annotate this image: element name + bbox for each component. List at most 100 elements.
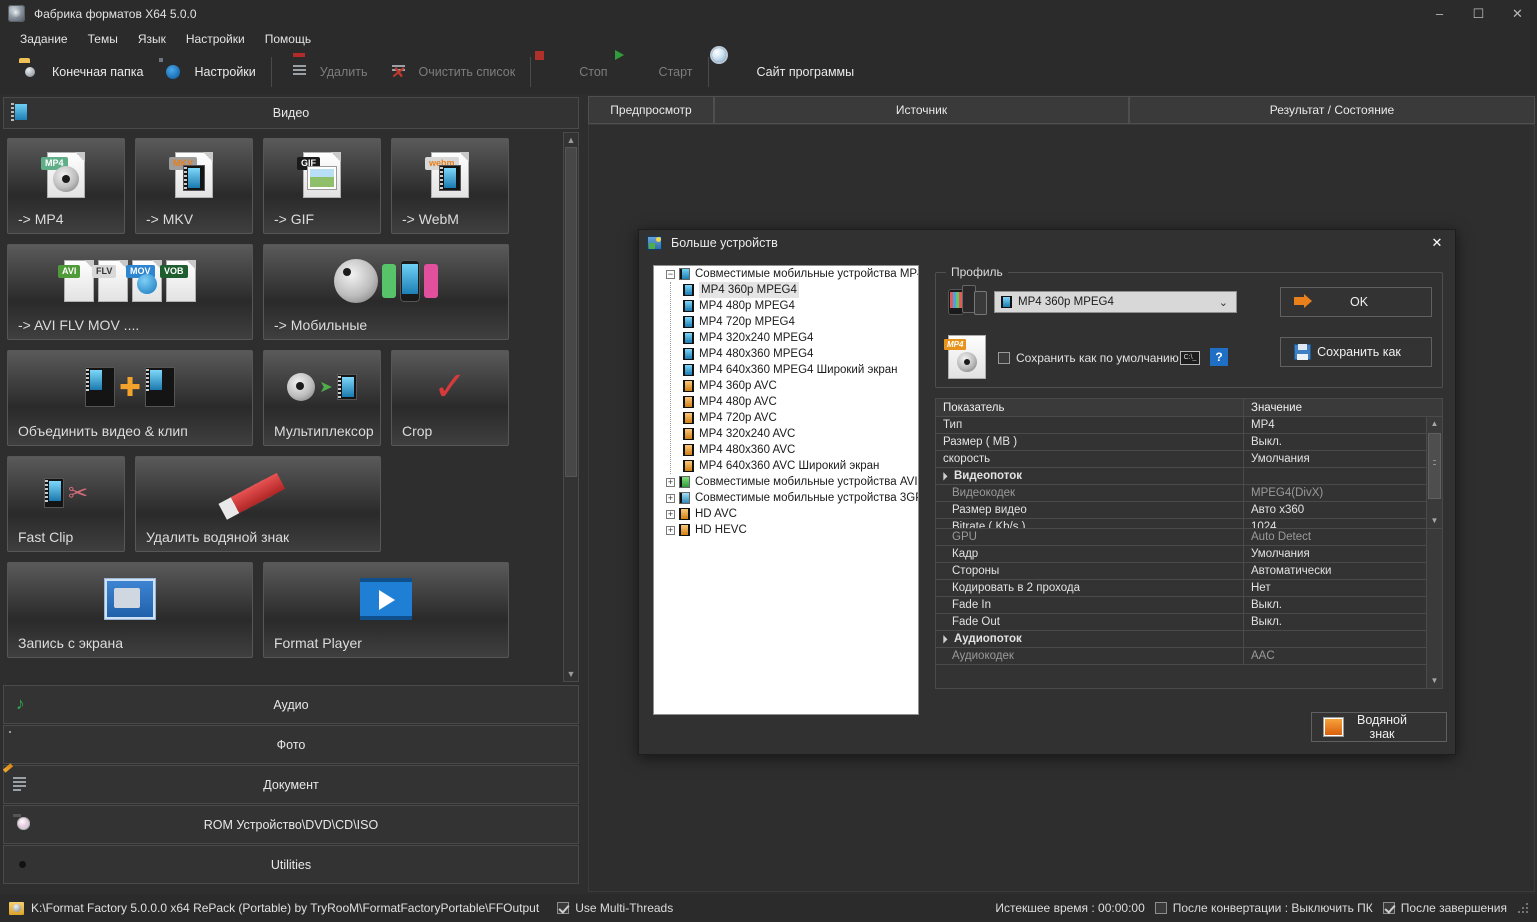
save-as-default-checkbox[interactable]: Сохранить как по умолчанию xyxy=(998,351,1179,365)
property-row[interactable]: Кодировать в 2 прохода Нет xyxy=(936,580,1442,597)
ok-button[interactable]: OK xyxy=(1280,287,1432,317)
tree-item-mp4-640x360-mpeg4-wide[interactable]: MP4 640x360 MPEG4 Широкий экран xyxy=(671,362,918,378)
tree-group-3gp[interactable]: + Совместимые мобильные устройства 3GP xyxy=(654,490,918,506)
output-path[interactable]: K:\Format Factory 5.0.0.0 x64 RePack (Po… xyxy=(31,901,539,915)
column-source[interactable]: Источник xyxy=(714,96,1129,124)
device-profile-tree[interactable]: − Совместимые мобильные устройства MP4 M… xyxy=(653,265,919,715)
settings-button[interactable]: Настройки xyxy=(152,53,264,91)
tree-item-mp4-360p-avc[interactable]: MP4 360p AVC xyxy=(671,378,918,394)
category-rom-device[interactable]: ROM Устройство\DVD\CD\ISO xyxy=(3,805,579,844)
tile-to-gif[interactable]: GIF -> GIF xyxy=(263,138,381,234)
tree-group-hd-hevc[interactable]: + HD HEVC xyxy=(654,522,918,538)
minimize-button[interactable]: – xyxy=(1420,0,1459,28)
after-finish-checkbox[interactable]: После завершения xyxy=(1382,901,1507,915)
tile-to-mp4[interactable]: MP4 -> MP4 xyxy=(7,138,125,234)
property-row[interactable]: Аудиокодек AAC xyxy=(936,648,1442,665)
column-preview[interactable]: Предпросмотр xyxy=(588,96,714,124)
maximize-button[interactable]: ☐ xyxy=(1459,0,1498,28)
expand-icon[interactable]: + xyxy=(666,493,675,503)
tree-item-mp4-480p-avc[interactable]: MP4 480p AVC xyxy=(671,394,918,410)
tile-remove-watermark[interactable]: Удалить водяной знак xyxy=(135,456,381,552)
tree-group-hd-avc[interactable]: + HD AVC xyxy=(654,506,918,522)
tree-item-mp4-320x240-avc[interactable]: MP4 320x240 AVC xyxy=(671,426,918,442)
property-row[interactable]: Кадр Умолчания xyxy=(936,546,1442,563)
stop-button[interactable]: Стоп xyxy=(537,53,616,91)
menu-item-language[interactable]: Язык xyxy=(128,30,176,48)
tile-screen-record[interactable]: Запись с экрана xyxy=(7,562,253,658)
category-photo[interactable]: Фото xyxy=(3,725,579,764)
tile-fast-clip[interactable]: ✂ Fast Clip xyxy=(7,456,125,552)
watermark-button[interactable]: Водяной знак xyxy=(1311,712,1447,742)
tile-multiplexer[interactable]: ➤ Мультиплексор xyxy=(263,350,381,446)
tile-to-mkv[interactable]: MKV -> MKV xyxy=(135,138,253,234)
clear-list-button[interactable]: ✕ Очистить список xyxy=(377,53,525,91)
property-row[interactable]: Размер ( MB ) Выкл. xyxy=(936,434,1442,451)
properties-scrollbar-lower[interactable]: ▼ xyxy=(1426,529,1442,688)
menu-item-themes[interactable]: Темы xyxy=(78,30,128,48)
profile-combo[interactable]: MP4 360p MPEG4 ⌄ xyxy=(994,291,1237,313)
tree-item-mp4-360p-mpeg4[interactable]: MP4 360p MPEG4 xyxy=(671,282,918,298)
property-section-video[interactable]: Видеопоток xyxy=(936,468,1442,485)
property-row[interactable]: Стороны Автоматически xyxy=(936,563,1442,580)
expand-icon[interactable]: + xyxy=(666,525,675,535)
start-button[interactable]: Старт xyxy=(617,53,702,91)
tile-to-webm[interactable]: webm -> WebM xyxy=(391,138,509,234)
tree-item-mp4-480x360-mpeg4[interactable]: MP4 480x360 MPEG4 xyxy=(671,346,918,362)
menu-item-task[interactable]: Задание xyxy=(10,30,78,48)
property-row[interactable]: Fade Out Выкл. xyxy=(936,614,1442,631)
tile-to-avi-flv-mov[interactable]: AVI FLV MOV VOB -> AVI FLV MOV .... xyxy=(7,244,253,340)
tile-to-mobile[interactable]: -> Мобильные xyxy=(263,244,509,340)
output-folder-button[interactable]: Конечная папка xyxy=(10,53,152,91)
dialog-close-button[interactable]: ✕ xyxy=(1419,230,1455,256)
profile-properties-table-lower[interactable]: GPU Auto Detect Кадр Умолчания Стороны А… xyxy=(935,529,1443,689)
menu-item-settings[interactable]: Настройки xyxy=(176,30,255,48)
property-row[interactable]: Тип MP4 xyxy=(936,417,1442,434)
after-convert-checkbox[interactable]: После конвертации : Выключить ПК xyxy=(1154,901,1373,915)
scroll-down-arrow[interactable]: ▼ xyxy=(1427,674,1442,688)
cmd-line-button[interactable]: C:\_ xyxy=(1180,351,1200,365)
website-button[interactable]: Сайт программы xyxy=(715,53,864,91)
expand-icon[interactable]: + xyxy=(666,477,675,487)
tree-item-mp4-640x360-avc-wide[interactable]: MP4 640x360 AVC Широкий экран xyxy=(671,458,918,474)
tile-format-player[interactable]: Format Player xyxy=(263,562,509,658)
tiles-scrollbar[interactable]: ▲ ▼ xyxy=(563,132,579,682)
close-button[interactable]: ✕ xyxy=(1498,0,1537,28)
profile-properties-table[interactable]: Показатель Значение Тип MP4 Размер ( MB … xyxy=(935,398,1443,529)
tile-merge-video-clip[interactable]: ✚ Объединить видео & клип xyxy=(7,350,253,446)
tree-item-mp4-480p-mpeg4[interactable]: MP4 480p MPEG4 xyxy=(671,298,918,314)
menu-item-help[interactable]: Помощь xyxy=(255,30,321,48)
tree-item-mp4-320x240-mpeg4[interactable]: MP4 320x240 MPEG4 xyxy=(671,330,918,346)
scroll-up-arrow[interactable]: ▲ xyxy=(1427,417,1442,431)
delete-button[interactable]: Удалить xyxy=(278,53,377,91)
scroll-down-arrow[interactable]: ▼ xyxy=(1427,514,1442,528)
property-row[interactable]: Bitrate ( Kb/s ) 1024 xyxy=(936,519,1442,528)
category-header-video[interactable]: Видео xyxy=(3,97,579,129)
scroll-down-arrow[interactable]: ▼ xyxy=(564,667,578,681)
resize-grip-icon[interactable] xyxy=(1517,902,1529,914)
tree-item-mp4-720p-mpeg4[interactable]: MP4 720p MPEG4 xyxy=(671,314,918,330)
tree-group-avi[interactable]: + Совместимые мобильные устройства AVI xyxy=(654,474,918,490)
collapse-icon[interactable]: − xyxy=(666,269,675,279)
save-as-button[interactable]: Сохранить как xyxy=(1280,337,1432,367)
property-row[interactable]: Fade In Выкл. xyxy=(936,597,1442,614)
tile-crop[interactable]: ✓ Crop xyxy=(391,350,509,446)
property-row[interactable]: скорость Умолчания xyxy=(936,451,1442,468)
property-section-audio[interactable]: Аудиопоток xyxy=(936,631,1442,648)
property-row[interactable]: Видеокодек MPEG4(DivX) xyxy=(936,485,1442,502)
property-row[interactable]: Размер видео Авто x360 xyxy=(936,502,1442,519)
scroll-thumb[interactable] xyxy=(565,147,577,477)
chevron-down-icon[interactable]: ⌄ xyxy=(1219,296,1228,309)
category-document[interactable]: Документ xyxy=(3,765,579,804)
column-result[interactable]: Результат / Состояние xyxy=(1129,96,1535,124)
use-multi-threads-checkbox[interactable]: Use Multi-Threads xyxy=(557,901,673,915)
properties-scrollbar[interactable]: ▲ ▼ xyxy=(1426,417,1442,528)
scroll-thumb[interactable] xyxy=(1428,433,1441,499)
scroll-up-arrow[interactable]: ▲ xyxy=(564,133,578,147)
expand-icon[interactable]: + xyxy=(666,509,675,519)
property-row[interactable]: GPU Auto Detect xyxy=(936,529,1442,546)
tree-item-mp4-720p-avc[interactable]: MP4 720p AVC xyxy=(671,410,918,426)
category-utilities[interactable]: Utilities xyxy=(3,845,579,884)
tree-item-mp4-480x360-avc[interactable]: MP4 480x360 AVC xyxy=(671,442,918,458)
category-audio[interactable]: Аудио xyxy=(3,685,579,724)
tree-group-mp4[interactable]: − Совместимые мобильные устройства MP4 xyxy=(654,266,918,282)
